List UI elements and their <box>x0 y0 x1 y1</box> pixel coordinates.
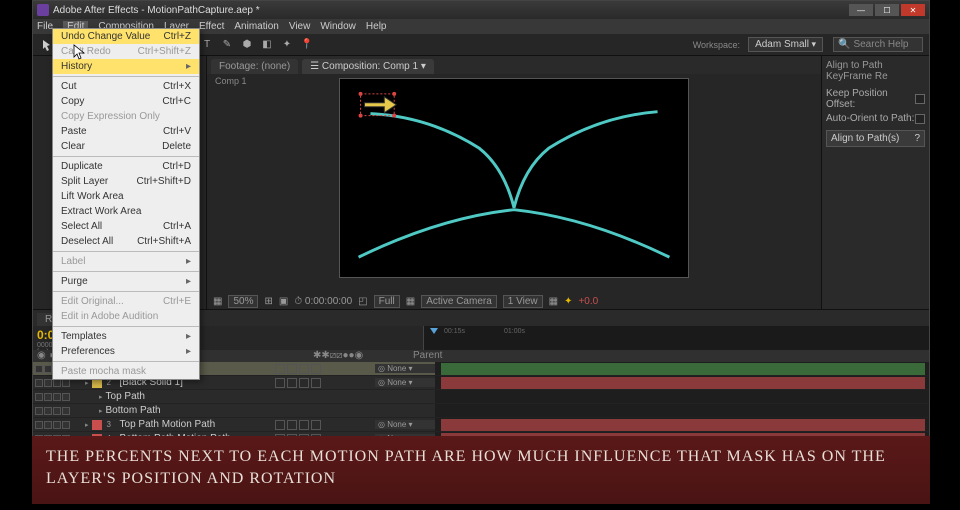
pixel-icon[interactable]: ▦ <box>549 296 558 307</box>
close-button[interactable]: ✕ <box>901 4 925 16</box>
window-title: Adobe After Effects - MotionPathCapture.… <box>53 5 260 16</box>
menu-item: Can't RedoCtrl+Shift+Z <box>53 44 199 59</box>
timeline-layer-row[interactable]: ▸Top Path <box>33 390 929 404</box>
mask-icon[interactable]: ▣ <box>279 296 288 307</box>
workspace-dropdown[interactable]: Adam Small ▾ <box>748 37 823 52</box>
viewer-bottom-bar: ▦ 50% ⊞ ▣ ⏱ 0:00:00:00 ◰ Full ▦ Active C… <box>207 293 821 309</box>
camera-dropdown[interactable]: Active Camera <box>421 295 497 308</box>
minimize-button[interactable]: — <box>849 4 873 16</box>
menu-file[interactable]: File <box>37 21 53 32</box>
app-icon <box>37 4 49 16</box>
brush-tool-icon[interactable]: ✎ <box>219 37 235 53</box>
stamp-tool-icon[interactable]: ⬢ <box>239 37 255 53</box>
menu-item[interactable]: Split LayerCtrl+Shift+D <box>53 174 199 189</box>
keep-position-checkbox[interactable] <box>915 94 925 104</box>
tutorial-caption: The percents next to each motion path ar… <box>32 436 930 504</box>
menu-item: Edit in Adobe Audition <box>53 309 199 324</box>
menu-effect[interactable]: Effect <box>199 21 224 32</box>
menu-item[interactable]: Lift Work Area <box>53 189 199 204</box>
search-help-input[interactable]: 🔍 Search Help <box>833 37 923 52</box>
menu-item[interactable]: Select AllCtrl+A <box>53 219 199 234</box>
menu-item: Label▸ <box>53 254 199 269</box>
grid-icon[interactable]: ⊞ <box>264 296 272 307</box>
menu-item: Paste mocha mask <box>53 364 199 379</box>
zoom-dropdown[interactable]: 50% <box>228 295 258 308</box>
nview-dropdown[interactable]: 1 View <box>503 295 543 308</box>
workspace-label: Workspace: <box>693 40 740 50</box>
help-icon[interactable]: ? <box>914 133 920 144</box>
menu-item: Copy Expression Only <box>53 109 199 124</box>
menu-view[interactable]: View <box>289 21 311 32</box>
comp-name-label: Comp 1 <box>215 76 247 86</box>
menu-item[interactable]: ClearDelete <box>53 139 199 154</box>
menu-item[interactable]: History▸ <box>53 59 199 74</box>
menu-item[interactable]: CopyCtrl+C <box>53 94 199 109</box>
menu-item[interactable]: Extract Work Area <box>53 204 199 219</box>
eraser-tool-icon[interactable]: ◧ <box>259 37 275 53</box>
align-to-path-panel: Align to Path KeyFrame Re Keep Position … <box>821 56 929 309</box>
region-icon[interactable]: ◰ <box>358 296 367 307</box>
timeline-layer-row[interactable]: ▸3Top Path Motion Path◎ None ▾ <box>33 418 929 432</box>
search-icon: 🔍 <box>838 39 850 50</box>
tab-footage[interactable]: Footage: (none) <box>211 59 298 74</box>
comp-viewer[interactable] <box>339 78 689 278</box>
auto-orient-label: Auto-Orient to Path: <box>826 113 914 124</box>
panel-header: Align to Path KeyFrame Re <box>826 60 925 82</box>
menu-item[interactable]: PasteCtrl+V <box>53 124 199 139</box>
maximize-button[interactable]: ☐ <box>875 4 899 16</box>
edit-menu-dropdown: Undo Change ValueCtrl+ZCan't RedoCtrl+Sh… <box>52 28 200 380</box>
menu-item[interactable]: Preferences▸ <box>53 344 199 359</box>
auto-orient-checkbox[interactable] <box>915 114 925 124</box>
menu-item[interactable]: Deselect AllCtrl+Shift+A <box>53 234 199 249</box>
text-tool-icon[interactable]: T <box>199 37 215 53</box>
menu-item[interactable]: Purge▸ <box>53 274 199 289</box>
menu-item[interactable]: CutCtrl+X <box>53 79 199 94</box>
keep-position-label: Keep Position Offset: <box>826 88 915 110</box>
transparency-icon[interactable]: ▦ <box>406 296 415 307</box>
puppet-tool-icon[interactable]: 📍 <box>299 37 315 53</box>
menu-item[interactable]: DuplicateCtrl+D <box>53 159 199 174</box>
roto-tool-icon[interactable]: ✦ <box>279 37 295 53</box>
composition-panel: Footage: (none) ☰ Composition: Comp 1 ▾ … <box>207 56 821 309</box>
res-dropdown[interactable]: Full <box>374 295 400 308</box>
titlebar: Adobe After Effects - MotionPathCapture.… <box>33 1 929 19</box>
menu-item: Edit Original...Ctrl+E <box>53 294 199 309</box>
snapshot-icon[interactable]: ▦ <box>213 296 222 307</box>
menu-item[interactable]: Undo Change ValueCtrl+Z <box>53 29 199 44</box>
menu-window[interactable]: Window <box>320 21 356 32</box>
comp-menu-icon: ☰ <box>310 61 322 72</box>
tab-composition[interactable]: ☰ Composition: Comp 1 ▾ <box>302 59 434 74</box>
comp-tabs: Footage: (none) ☰ Composition: Comp 1 ▾ <box>207 56 821 74</box>
playhead[interactable] <box>430 326 438 350</box>
menu-item[interactable]: Templates▸ <box>53 329 199 344</box>
timeline-layer-row[interactable]: ▸Bottom Path <box>33 404 929 418</box>
menu-help[interactable]: Help <box>366 21 387 32</box>
menu-animation[interactable]: Animation <box>234 21 278 32</box>
time-ruler[interactable]: 00:15s 01:00s <box>423 326 929 350</box>
align-to-path-button[interactable]: Align to Path(s)? <box>826 130 925 147</box>
